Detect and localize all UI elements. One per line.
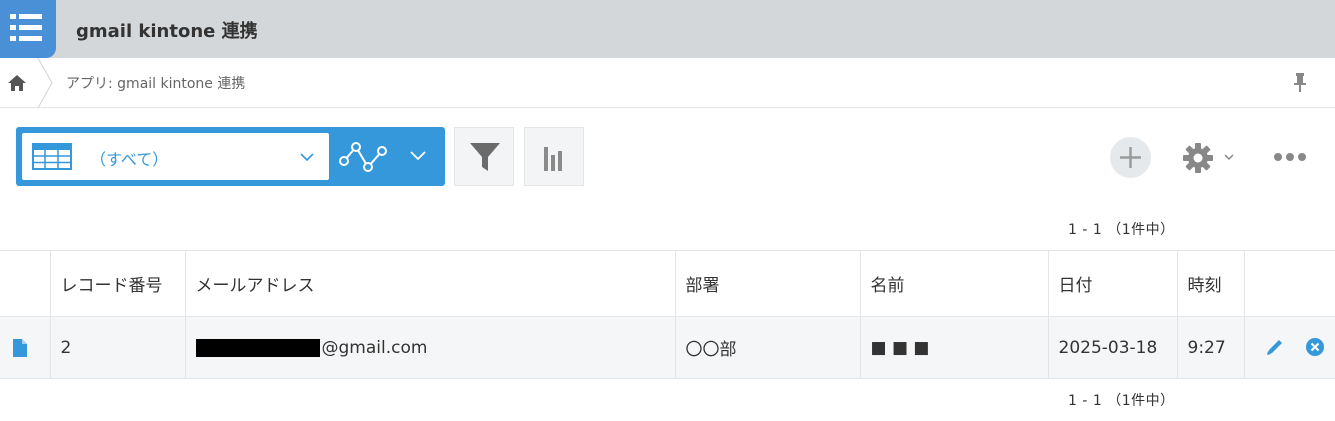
app-list-icon[interactable] [0, 0, 56, 58]
chevron-down-icon[interactable] [1224, 153, 1234, 161]
chart-button[interactable] [524, 127, 584, 186]
pagination-info-bottom: 1 - 1 （1件中） [1068, 393, 1175, 409]
table-header-row: レコード番号 メールアドレス 部署 名前 日付 時刻 [0, 250, 1335, 317]
table-row: 2 @gmail.com 〇〇部 ■ ■ ■ 2025-03-18 9:27 [0, 316, 1335, 379]
email-suffix: @gmail.com [321, 337, 428, 358]
filter-icon [470, 143, 500, 171]
date-cell: 2025-03-18 [1047, 316, 1177, 379]
breadcrumb-app-link[interactable]: アプリ: gmail kintone 連携 [66, 73, 245, 93]
breadcrumb: アプリ: gmail kintone 連携 [0, 58, 1335, 108]
table-header-actions [1243, 250, 1335, 317]
column-header-name[interactable]: 名前 [859, 250, 1048, 317]
column-header-date[interactable]: 日付 [1047, 250, 1177, 317]
graph-icon[interactable] [338, 139, 392, 173]
add-record-button[interactable] [1110, 137, 1151, 178]
column-header-email[interactable]: メールアドレス [184, 250, 675, 317]
chevron-down-icon[interactable] [410, 149, 426, 163]
name-cell: ■ ■ ■ [859, 316, 1048, 379]
redacted-block [195, 338, 320, 357]
email-cell: @gmail.com [184, 316, 675, 379]
row-actions-cell [1243, 316, 1335, 379]
pagination-info: 1 - 1 （1件中） [1068, 222, 1175, 238]
app-header: gmail kintone 連携 [0, 0, 1335, 58]
time-cell: 9:27 [1176, 316, 1244, 379]
records-table: レコード番号 メールアドレス 部署 名前 日付 時刻 2 @gmail.com … [0, 250, 1335, 379]
home-icon[interactable] [7, 73, 27, 93]
plus-icon [1120, 147, 1141, 168]
department-cell: 〇〇部 [674, 316, 860, 379]
document-icon[interactable] [12, 338, 28, 358]
view-name: （すべて） [90, 150, 169, 169]
pin-icon[interactable] [1291, 71, 1309, 93]
gear-icon[interactable] [1182, 142, 1214, 174]
record-no-cell: 2 [49, 316, 185, 379]
bar-chart-icon [544, 147, 562, 171]
delete-icon[interactable] [1305, 337, 1325, 357]
view-select[interactable]: （すべて） [22, 133, 329, 180]
column-header-time[interactable]: 時刻 [1176, 250, 1244, 317]
chevron-down-icon [300, 153, 314, 162]
column-header-record-no[interactable]: レコード番号 [49, 250, 185, 317]
table-view-icon [32, 143, 72, 170]
column-header-department[interactable]: 部署 [674, 250, 860, 317]
table-header-blank [0, 251, 50, 317]
filter-button[interactable] [454, 127, 514, 186]
breadcrumb-separator [37, 58, 53, 108]
app-title: gmail kintone 連携 [76, 21, 258, 42]
more-icon[interactable] [1273, 151, 1307, 163]
pencil-icon[interactable] [1265, 337, 1285, 357]
record-detail-cell[interactable] [0, 317, 50, 379]
view-selector-bar: （すべて） [16, 127, 445, 186]
